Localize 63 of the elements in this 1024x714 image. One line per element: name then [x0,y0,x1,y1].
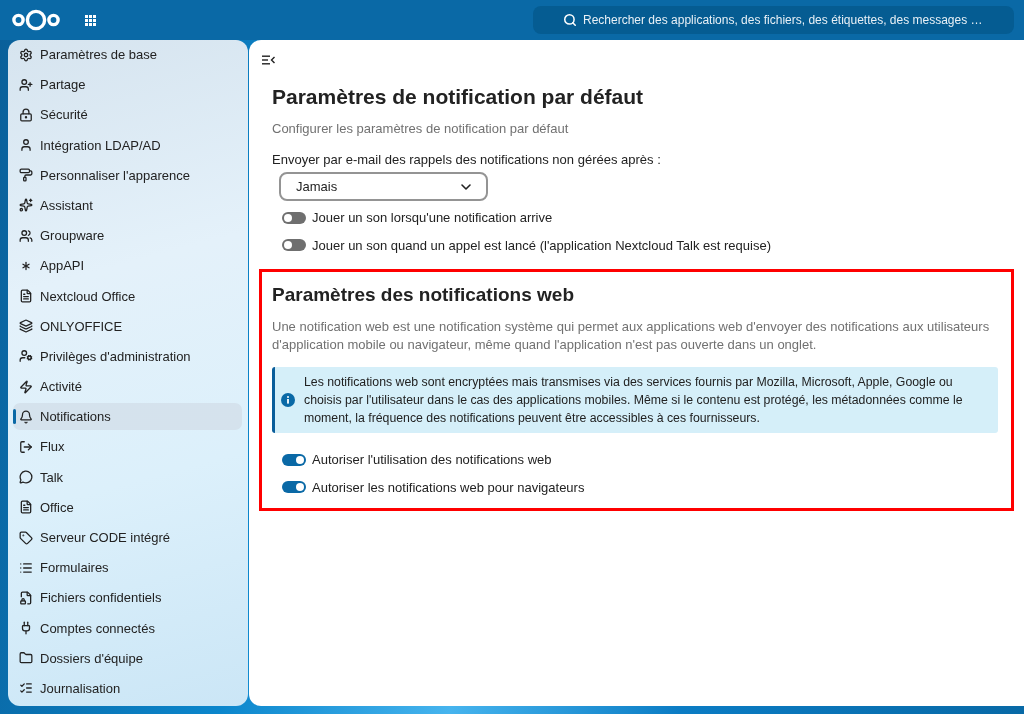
field-label: Envoyer par e-mail des rappels des notifications non gérées après : [272,151,661,169]
sparkle-icon [19,198,33,213]
sidebar-item[interactable]: Personnaliser l'apparence [13,161,242,189]
toggle-label: Autoriser les notifications web pour navigateurs [312,479,585,495]
sidebar-item[interactable]: ONLYOFFICE [13,312,242,340]
document-icon [19,500,33,515]
toggle-label: Jouer un son quand un appel est lancé (l'application Nextcloud Talk est requise) [312,237,771,253]
people-icon [19,228,33,243]
sidebar-item[interactable]: Comptes connectés [13,614,242,642]
plug-icon [19,621,33,636]
sidebar-item[interactable]: Flux [13,433,242,461]
sidebar-item[interactable]: Dossiers d'équipe [13,644,242,672]
toggle-switch[interactable] [282,211,306,224]
sidebar-item[interactable]: Activité [13,373,242,401]
paint-roller-icon [19,168,33,183]
section-description: Configurer les paramètres de notification par défaut [272,120,570,138]
document-icon [19,289,33,303]
toggle-switch[interactable] [282,239,306,252]
checklist-icon [19,681,33,696]
bell-icon [19,409,33,424]
info-icon [281,393,295,407]
person-plus-icon [19,77,33,92]
lock-icon [19,107,33,122]
sidebar-item[interactable]: Fichiers confidentiels [13,584,242,612]
sidebar-item[interactable]: Sécurité [13,101,242,129]
sidebar-item[interactable]: Talk [13,463,242,491]
person-icon [19,138,33,153]
app-grid-icon[interactable] [85,14,96,26]
toggle-switch[interactable] [282,481,306,494]
sidebar-item[interactable]: Intégration LDAP/AD [13,131,242,159]
sidebar-item[interactable]: Nextcloud Office [13,282,242,310]
folder-icon [19,651,33,666]
dropdown[interactable]: Jamais [279,172,488,201]
info-text: Les notifications web sont encryptées mais transmises via des services fournis par Mozilla, Microsoft, Apple, Google ou choisis par l'utilisateur dans le cas des applications mobiles. Même si le contenu est protégé, les métadonnées comme le moment, la fréquence des notifications peuvent être accessibles à ces fournisseurs. [304,374,964,427]
sidebar-item[interactable]: Journalisation [13,674,242,702]
toggle-label: Autoriser l'utilisation des notifications web [312,452,552,468]
sidebar-item[interactable]: AppAPI [13,252,242,280]
three-rings-logo[interactable] [12,9,60,31]
list-icon [19,560,33,575]
tag-icon [19,530,33,545]
sidebar-item[interactable]: Groupware [13,222,242,250]
menu-collapse-icon[interactable] [262,55,275,65]
sidebar-item[interactable]: Assistant [13,191,242,219]
gear-icon [19,47,33,62]
sidebar-item[interactable]: Office [13,493,242,521]
file-lock-icon [19,590,33,605]
toggle-label: Jouer un son lorsqu'une notification arrive [312,210,553,226]
sidebar-item[interactable]: Notifications [13,403,242,431]
layers-icon [19,319,33,334]
sidebar-item[interactable]: Paramètres de base [13,41,242,68]
person-gear-icon [19,349,33,364]
section-title: Paramètres des notifications web [272,283,574,307]
sidebar-item[interactable]: Privilèges d'administration [13,342,242,370]
sidebar-item[interactable]: Serveur CODE intégré [13,524,242,551]
toggle-switch[interactable] [282,453,306,466]
chat-bubble-icon [19,470,33,485]
search-icon [563,13,577,27]
search-field[interactable]: Rechercher des applications, des fichiers, des étiquettes, des messages … [533,6,1014,34]
sidebar-item[interactable]: Partage [13,71,242,99]
section-title: Paramètres de notification par défaut [272,84,644,110]
sidebar-item[interactable]: Formulaires [13,554,242,582]
section-description: Une notification web est une notification système qui permet aux applications web d'envoyer des notifications aux utilisateurs d'application mobile ou navigateur, même quand l'application n'est pas ouverte dans un onglet. [272,318,991,354]
lightning-icon [19,379,33,394]
